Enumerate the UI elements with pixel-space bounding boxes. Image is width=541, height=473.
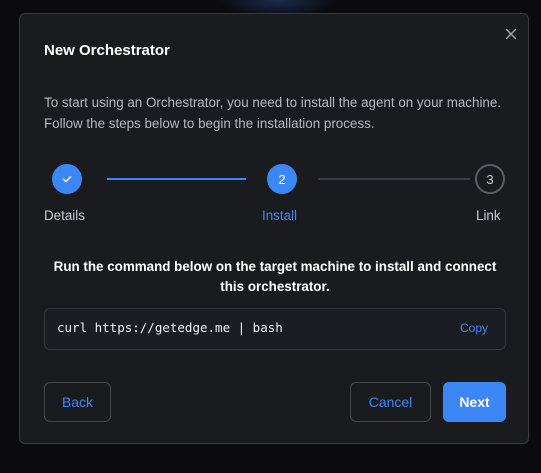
dialog-description: To start using an Orchestrator, you need… — [44, 95, 502, 131]
step-link-number: 3 — [486, 171, 494, 187]
close-icon[interactable] — [503, 26, 519, 42]
next-button[interactable]: Next — [443, 382, 506, 422]
step-details-label: Details — [44, 208, 85, 223]
copy-button[interactable]: Copy — [460, 321, 488, 335]
install-command[interactable]: curl https://getedge.me | bash — [57, 320, 283, 335]
checkmark-icon — [61, 173, 73, 185]
step-link-label: Link — [476, 208, 501, 223]
step-connector-2 — [318, 178, 470, 180]
step-link-indicator: 3 — [475, 164, 505, 194]
step-connector-1 — [107, 178, 246, 180]
command-box: curl https://getedge.me | bash Copy — [44, 308, 506, 350]
step-install-indicator: 2 — [267, 164, 297, 194]
step-details-indicator — [52, 164, 82, 194]
dialog-title: New Orchestrator — [44, 42, 170, 59]
step-install-number: 2 — [278, 171, 286, 187]
cancel-button[interactable]: Cancel — [350, 382, 431, 422]
step-install-label: Install — [262, 208, 297, 223]
back-button[interactable]: Back — [44, 382, 111, 422]
install-instruction: Run the command below on the target mach… — [53, 259, 497, 294]
new-orchestrator-dialog: New Orchestrator To start using an Orche… — [19, 13, 529, 444]
